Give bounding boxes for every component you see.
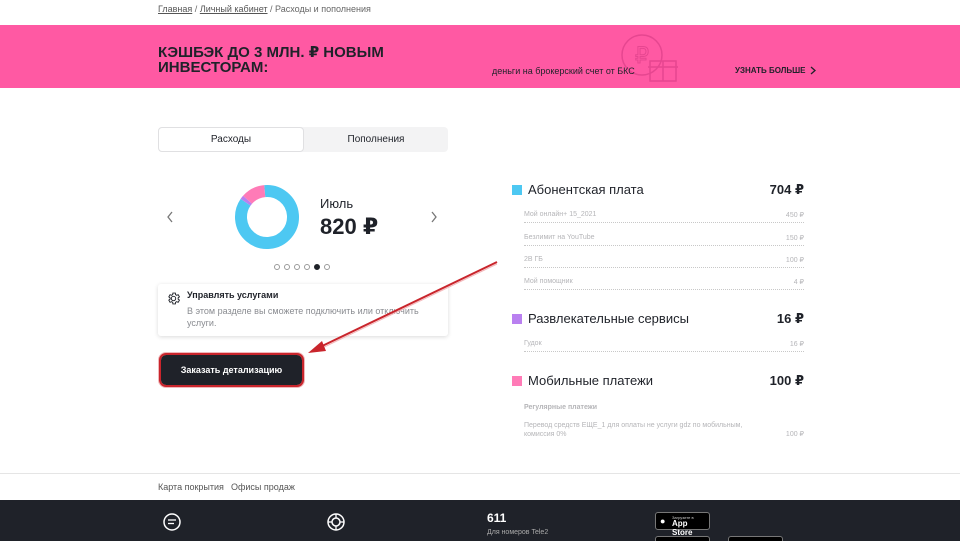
banner-subtitle: деньги на брокерский счет от БКС: [492, 66, 635, 76]
google-play-badge[interactable]: [655, 536, 710, 541]
chevron-right-icon: [431, 211, 437, 223]
pagination-dot[interactable]: [294, 264, 300, 270]
pagination-dot[interactable]: [284, 264, 290, 270]
expense-row-amount: 16 ₽: [789, 341, 804, 348]
summary-total: 820 ₽: [320, 214, 379, 239]
banner-title: КЭШБЭК ДО 3 МЛН. ₽ НОВЫМ ИНВЕСТОРАМ:: [158, 44, 384, 76]
category-color-swatch: [512, 185, 522, 195]
category-amount: 16 ₽: [776, 311, 804, 326]
breadcrumb-cabinet-link[interactable]: Личный кабинет: [200, 4, 268, 14]
expense-row: Безлимит на YouTube 150 ₽: [524, 234, 804, 246]
expense-row: Мой помощник 4 ₽: [524, 278, 804, 290]
learn-more-link[interactable]: УЗНАТЬ БОЛЬШЕ: [735, 66, 816, 75]
chevron-right-icon: [810, 66, 816, 75]
expense-row-name: Мой помощник: [524, 278, 573, 285]
pagination-dot[interactable]: [274, 264, 280, 270]
breadcrumb-current: / Расходы и пополнения: [270, 4, 371, 14]
footer-links: Карта покрытия Офисы продаж: [0, 473, 960, 500]
monthly-summary: Июль 820 ₽: [158, 170, 448, 280]
category-name: Развлекательные сервисы: [528, 311, 689, 326]
expense-row: Гудок 16 ₽: [524, 340, 804, 352]
expense-row-name: Безлимит на YouTube: [524, 234, 595, 241]
expense-note: Перевод средств ЕЩЕ_1 для оплаты не услу…: [524, 422, 743, 438]
expense-row-name: Мой онлайн+ 15_2021: [524, 211, 597, 218]
support-phone-caption: Для номеров Tele2: [487, 529, 549, 536]
expense-category-subscription[interactable]: Абонентская плата 704 ₽: [512, 180, 804, 200]
expense-row-name: 2В ГБ: [524, 256, 543, 263]
coverage-map-link[interactable]: Карта покрытия: [158, 482, 224, 492]
support-icon[interactable]: [326, 512, 346, 532]
category-name: Абонентская плата: [528, 182, 644, 197]
expense-category-mobile-payments[interactable]: Мобильные платежи 100 ₽: [512, 371, 804, 391]
learn-more-label: УЗНАТЬ БОЛЬШЕ: [735, 66, 806, 75]
expense-category-entertainment[interactable]: Развлекательные сервисы 16 ₽: [512, 309, 804, 329]
expense-subheading: Регулярные платежи: [524, 404, 598, 411]
prev-month-button[interactable]: [166, 210, 174, 226]
category-color-swatch: [512, 376, 522, 386]
expense-row: Мой онлайн+ 15_2021 450 ₽: [524, 211, 804, 223]
expenses-donut-chart: [235, 185, 299, 249]
footer: 611 Для номеров Tele2 ● Загрузите в App …: [0, 500, 960, 541]
expense-row: 2В ГБ 100 ₽: [524, 256, 804, 268]
breadcrumb: Главная / Личный кабинет / Расходы и поп…: [158, 4, 371, 14]
category-amount: 100 ₽: [769, 373, 804, 388]
order-details-button[interactable]: Заказать детализацию: [159, 353, 304, 387]
chat-icon[interactable]: [162, 512, 182, 532]
next-month-button[interactable]: [430, 210, 438, 226]
chevron-left-icon: [167, 211, 173, 223]
app-store-label: App Store: [672, 519, 693, 537]
promo-banner[interactable]: КЭШБЭК ДО 3 МЛН. ₽ НОВЫМ ИНВЕСТОРАМ: ₽ д…: [0, 25, 960, 88]
appgallery-badge[interactable]: [728, 536, 783, 541]
manage-services-description: В этом разделе вы сможете подключить или…: [187, 306, 419, 328]
expense-row-amount: 150 ₽: [785, 235, 804, 242]
tab-expenses[interactable]: Расходы: [158, 127, 304, 152]
breadcrumb-separator: /: [194, 4, 198, 14]
pagination-dot[interactable]: [324, 264, 330, 270]
tab-topups[interactable]: Пополнения: [304, 127, 448, 152]
manage-services-title: Управлять услугами: [187, 290, 279, 300]
summary-month: Июль: [320, 196, 354, 211]
ruble-gift-icon: ₽: [621, 34, 678, 82]
category-name: Мобильные платежи: [528, 373, 654, 388]
category-amount: 704 ₽: [769, 182, 804, 197]
apple-icon: ●: [660, 516, 666, 526]
app-store-badge[interactable]: ● Загрузите в App Store: [655, 512, 710, 537]
expense-note-amount-row: 100 ₽: [762, 430, 804, 442]
expense-row-name: Гудок: [524, 340, 542, 347]
expense-row-amount: 450 ₽: [785, 212, 804, 219]
support-phone[interactable]: 611: [487, 511, 506, 525]
gear-icon: [168, 292, 181, 305]
expense-row-amount: 100 ₽: [785, 257, 804, 264]
expense-row-amount: 100 ₽: [785, 431, 804, 438]
pagination-dot[interactable]: [314, 264, 320, 270]
svg-text:₽: ₽: [635, 44, 649, 69]
sales-offices-link[interactable]: Офисы продаж: [231, 482, 295, 492]
breadcrumb-home-link[interactable]: Главная: [158, 4, 192, 14]
expense-tabs: Расходы Пополнения: [158, 127, 448, 152]
category-color-swatch: [512, 314, 522, 324]
pagination-dot[interactable]: [304, 264, 310, 270]
manage-services-card[interactable]: Управлять услугами В этом разделе вы смо…: [158, 284, 448, 336]
expense-row-amount: 4 ₽: [793, 279, 804, 286]
month-pagination: [274, 264, 330, 270]
